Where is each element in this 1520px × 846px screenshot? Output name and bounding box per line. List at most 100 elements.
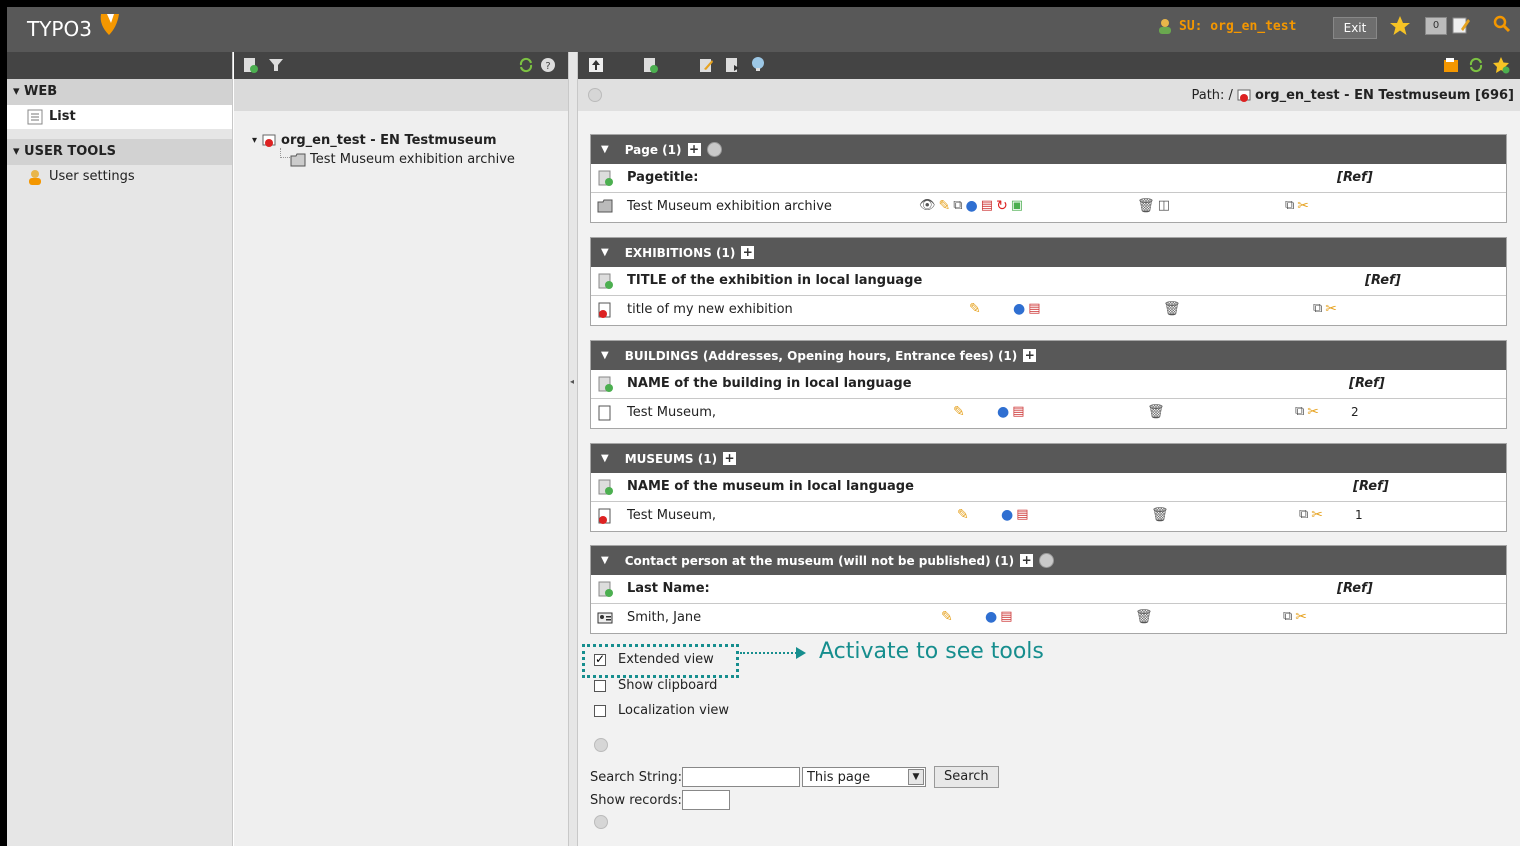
table-header[interactable]: ▼ BUILDINGS (Addresses, Opening hours, E… [591,341,1506,370]
refresh-icon[interactable] [518,57,534,73]
collapse-icon[interactable]: ▼ [601,144,609,155]
panel-splitter[interactable]: ◂ [569,52,578,846]
new-subpage-icon[interactable]: ▣ [1011,198,1023,214]
reference-count[interactable]: 1 [1355,508,1363,522]
tree-node-child[interactable]: Test Museum exhibition archive [290,152,515,167]
new-record-icon[interactable] [642,57,658,73]
collapse-arrow-icon[interactable]: ◂ [570,377,574,386]
delete-icon[interactable]: 🗑 [1151,507,1169,523]
table-row[interactable]: Test Museum exhibition archive 👁 ✎ ⧉ ● ▤… [591,193,1506,222]
info-icon[interactable]: ● [997,404,1009,420]
cut-icon[interactable]: ✂ [1297,198,1309,214]
context-help-icon[interactable] [594,738,608,752]
column-label[interactable]: NAME of the museum in local language [627,479,914,494]
move-icon[interactable]: ⧉ [953,198,962,214]
typo3-logo[interactable]: TYPO3 [27,17,92,41]
record-title[interactable]: Smith, Jane [627,610,701,625]
collapse-icon[interactable]: ▼ [601,350,609,361]
copy-icon[interactable]: ⧉ [1313,301,1322,317]
record-title[interactable]: Test Museum, [627,508,716,523]
delete-icon[interactable]: 🗑 [1135,609,1153,625]
record-title[interactable]: title of my new exhibition [627,302,793,317]
search-scope-select[interactable]: This page ▼ [801,767,926,787]
new-record-icon[interactable] [597,273,613,289]
table-header[interactable]: ▼ EXHIBITIONS (1) + [591,238,1506,267]
chevron-down-icon[interactable]: ▼ [907,769,924,785]
edit-pencil-icon[interactable]: ✎ [969,301,981,317]
column-label[interactable]: Pagetitle: [627,170,698,185]
switch-user-indicator[interactable]: SU: org_en_test [1157,18,1296,34]
up-level-icon[interactable] [588,57,604,73]
collapse-icon[interactable]: ▼ [601,453,609,464]
edit-pencil-icon[interactable]: ✎ [941,609,953,625]
search-icon[interactable] [1493,15,1511,33]
table-row[interactable]: Test Museum, ✎ ● ▤ 🗑 ⧉ ✂ 1 [591,502,1506,531]
history-icon[interactable]: ▤ [1000,609,1012,625]
cut-icon[interactable]: ✂ [1325,301,1337,317]
history-icon[interactable]: ▤ [1012,404,1024,420]
new-record-icon[interactable] [597,376,613,392]
info-icon[interactable]: ● [1013,301,1025,317]
bookmark-add-icon[interactable] [1492,56,1510,74]
bookmark-star-icon[interactable] [1389,15,1411,37]
new-record-icon[interactable] [597,581,613,597]
history-icon[interactable]: ▤ [1016,507,1028,523]
show-clipboard-label[interactable]: Show clipboard [618,678,717,693]
show-records-input[interactable] [681,790,730,810]
collapse-icon[interactable]: ▼ [601,555,609,566]
search-input[interactable] [681,767,800,787]
move-page-icon[interactable] [724,57,740,73]
info-icon[interactable]: ● [1001,507,1013,523]
module-item-list[interactable]: List [7,105,232,129]
context-help-icon[interactable] [594,815,608,829]
collapse-toggle-icon[interactable]: ▾ [252,135,257,146]
view-icon[interactable]: 👁 [919,198,936,214]
record-title[interactable]: Test Museum, [627,405,716,420]
refresh-icon[interactable]: ↻ [996,198,1008,214]
add-record-icon[interactable]: + [687,143,701,156]
reference-count[interactable]: 2 [1351,405,1359,419]
module-group-user-tools[interactable]: ▾ USER TOOLS [7,139,232,165]
view-page-icon[interactable] [750,56,766,72]
delete-icon[interactable]: 🗑 [1137,198,1155,214]
copy-icon[interactable]: ⧉ [1285,198,1294,214]
copy-icon[interactable]: ⧉ [1295,404,1304,420]
cut-icon[interactable]: ✂ [1295,609,1307,625]
open-documents-icon[interactable]: 0 [1425,17,1447,35]
table-row[interactable]: Smith, Jane ✎ ● ▤ 🗑 ⧉ ✂ [591,604,1506,633]
add-record-icon[interactable]: + [723,452,737,465]
edit-document-icon[interactable] [1451,15,1471,35]
show-clipboard-checkbox[interactable] [594,679,606,692]
new-page-icon[interactable] [597,170,613,186]
new-record-icon[interactable] [597,479,613,495]
column-label[interactable]: TITLE of the exhibition in local languag… [627,273,922,288]
new-page-icon[interactable] [242,57,258,73]
path-page-title[interactable]: org_en_test - EN Testmuseum [696] [1255,88,1514,103]
localization-view-option[interactable]: Localization view [594,703,729,718]
module-item-user-settings[interactable]: User settings [7,165,232,189]
module-group-web[interactable]: ▾ WEB [7,79,232,105]
move-left-icon[interactable]: ◫ [1158,198,1170,214]
filter-icon[interactable] [268,57,284,73]
help-icon[interactable] [706,142,722,157]
edit-pencil-icon[interactable]: ✎ [957,507,969,523]
column-label[interactable]: NAME of the building in local language [627,376,912,391]
table-row[interactable]: Test Museum, ✎ ● ▤ 🗑 ⧉ ✂ 2 [591,399,1506,428]
search-button[interactable]: Search [933,766,999,788]
table-row[interactable]: title of my new exhibition ✎ ● ▤ 🗑 ⧉ ✂ [591,296,1506,325]
table-header[interactable]: ▼ Contact person at the museum (will not… [591,546,1506,575]
show-clipboard-option[interactable]: Show clipboard [594,678,717,693]
help-icon[interactable]: ? [540,57,556,73]
table-header[interactable]: ▼ Page (1) + [591,135,1506,164]
context-help-icon[interactable] [588,88,602,102]
copy-icon[interactable]: ⧉ [1283,609,1292,625]
edit-pencil-icon[interactable]: ✎ [953,404,965,420]
history-icon[interactable]: ▤ [1028,301,1040,317]
shortcut-icon[interactable] [1442,56,1460,74]
record-title[interactable]: Test Museum exhibition archive [627,199,832,214]
add-record-icon[interactable]: + [741,246,755,259]
help-icon[interactable] [1039,553,1055,568]
tree-node-root[interactable]: ▾ org_en_test - EN Testmuseum [252,132,497,148]
history-icon[interactable]: ▤ [981,198,993,214]
edit-pencil-icon[interactable]: ✎ [939,198,951,214]
